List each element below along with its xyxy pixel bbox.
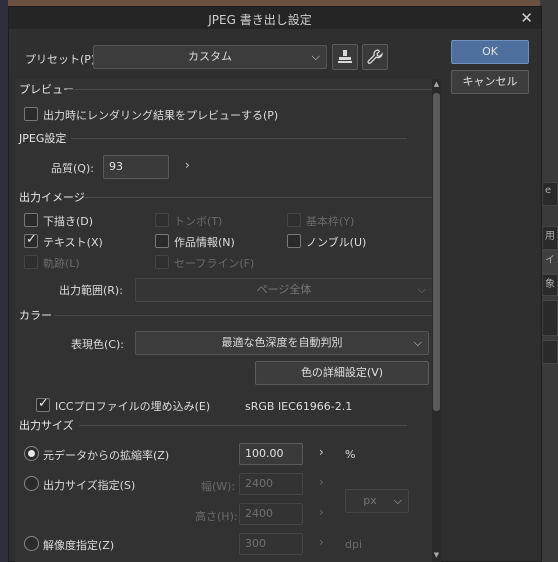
section-title-color: カラー <box>19 309 52 322</box>
resolution-radio[interactable] <box>24 536 39 551</box>
icc-embed-checkbox-label: ICCプロファイルの埋め込み(E) <box>55 400 211 413</box>
work-info-checkbox-label: 作品情報(N) <box>174 236 235 249</box>
page-number-checkbox-label: ノンブル(U) <box>306 236 367 249</box>
chevron-down-icon: ⌵ <box>311 50 320 63</box>
section-title-output-size: 出力サイズ <box>19 419 74 432</box>
background-panel-item: 象 <box>542 274 558 296</box>
trajectory-checkbox-label: 軌跡(L) <box>43 257 80 270</box>
color-expression-value: 最適な色深度を自動判別 <box>221 336 343 349</box>
scale-input[interactable]: 100.00 <box>239 443 303 465</box>
safe-line-checkbox-label: セーフライン(F) <box>174 257 255 270</box>
color-expression-select[interactable]: 最適な色深度を自動判別 ⌵ <box>135 331 429 355</box>
resolution-chevron-right-icon[interactable]: › <box>319 535 324 549</box>
color-detail-button[interactable]: 色の詳細設定(V) <box>255 361 429 385</box>
close-icon[interactable]: ✕ <box>520 9 533 27</box>
divider <box>71 138 407 139</box>
output-size-radio[interactable] <box>24 476 39 491</box>
preview-checkbox[interactable] <box>24 107 38 121</box>
section-title-jpeg: JPEG設定 <box>19 132 67 145</box>
output-range-value: ページ全体 <box>256 283 312 296</box>
dialog-title: JPEG 書き出し設定 <box>208 13 312 27</box>
divider <box>79 425 407 426</box>
safe-line-checkbox[interactable] <box>155 255 169 269</box>
text-checkbox-label: テキスト(X) <box>43 236 103 249</box>
quality-input[interactable]: 93 <box>103 155 169 179</box>
preset-select[interactable]: カスタム ⌵ <box>93 45 327 69</box>
scroll-up-arrow-icon[interactable]: ▲ <box>432 80 441 90</box>
chevron-down-icon: ⌵ <box>393 494 402 507</box>
scale-radio-label: 元データからの拡縮率(Z) <box>43 449 170 462</box>
chevron-down-icon: ⌵ <box>417 283 426 296</box>
quality-label: 品質(Q): <box>51 162 94 175</box>
ok-button[interactable]: OK <box>451 40 529 64</box>
background-panel-item <box>542 300 558 336</box>
background-panel-item: e <box>542 182 558 206</box>
panel-scrollbar[interactable]: ▲ ▼ <box>432 79 441 562</box>
background-panel-item <box>542 340 558 364</box>
height-input[interactable]: 2400 <box>239 503 303 525</box>
jpeg-export-dialog: JPEG 書き出し設定 ✕ プリセット(P): カスタム ⌵ OK キャンセル … <box>8 6 542 562</box>
divider <box>83 197 435 198</box>
section-title-output-image: 出力イメージ <box>19 191 85 204</box>
wrench-icon <box>367 49 383 64</box>
draft-checkbox-label: 下描き(D) <box>43 215 94 228</box>
icc-embed-checkbox[interactable] <box>36 396 50 412</box>
preset-label: プリセット(P): <box>25 53 99 66</box>
text-checkbox[interactable] <box>24 232 38 248</box>
output-range-label: 出力範囲(R): <box>59 284 123 297</box>
icc-profile-name: sRGB IEC61966-2.1 <box>245 400 353 413</box>
width-label: 幅(W): <box>201 480 236 493</box>
output-size-radio-label: 出力サイズ指定(S) <box>43 479 136 492</box>
crop-marks-checkbox-label: トンボ(T) <box>174 215 223 228</box>
output-range-select[interactable]: ページ全体 ⌵ <box>135 278 433 302</box>
width-input[interactable]: 2400 <box>239 473 303 495</box>
quality-slider-chevron-right-icon[interactable]: › <box>185 158 190 172</box>
size-unit-value: px <box>363 494 377 507</box>
stamp-icon <box>338 50 352 63</box>
title-bar: JPEG 書き出し設定 ✕ <box>9 7 541 29</box>
draft-checkbox[interactable] <box>24 213 38 227</box>
preset-settings-button[interactable] <box>362 44 388 70</box>
width-chevron-right-icon[interactable]: › <box>319 475 324 489</box>
background-panel-item: イ <box>542 250 558 274</box>
crop-marks-checkbox[interactable] <box>155 213 169 227</box>
register-preset-button[interactable] <box>332 44 358 70</box>
trajectory-checkbox[interactable] <box>24 255 38 269</box>
size-unit-select[interactable]: px ⌵ <box>345 489 409 513</box>
height-chevron-right-icon[interactable]: › <box>319 505 324 519</box>
resolution-radio-label: 解像度指定(Z) <box>43 539 115 552</box>
background-left-edge <box>0 0 8 562</box>
scale-chevron-right-icon[interactable]: › <box>319 445 324 459</box>
chevron-down-icon: ⌵ <box>413 336 422 349</box>
base-frame-checkbox-label: 基本枠(Y) <box>306 215 355 228</box>
resolution-input[interactable]: 300 <box>239 533 303 555</box>
work-info-checkbox[interactable] <box>155 234 169 248</box>
scale-unit: % <box>345 448 356 461</box>
preset-value: カスタム <box>188 50 232 63</box>
divider <box>55 315 435 316</box>
background-panel-item: 用 <box>542 226 558 250</box>
resolution-unit: dpi <box>345 538 363 551</box>
base-frame-checkbox[interactable] <box>287 213 301 227</box>
preview-checkbox-label: 出力時にレンダリング結果をプレビューする(P) <box>43 109 279 122</box>
page-number-checkbox[interactable] <box>287 234 301 248</box>
settings-panel: プレビュー 出力時にレンダリング結果をプレビューする(P) JPEG設定 品質(… <box>15 79 441 562</box>
scroll-down-arrow-icon[interactable]: ▼ <box>432 551 441 561</box>
color-expression-label: 表現色(C): <box>71 338 124 351</box>
divider <box>67 89 435 90</box>
height-label: 高さ(H): <box>195 510 238 523</box>
scrollbar-thumb[interactable] <box>433 93 440 411</box>
section-title-preview: プレビュー <box>19 83 74 96</box>
scale-radio[interactable] <box>24 446 39 461</box>
cancel-button[interactable]: キャンセル <box>451 70 529 94</box>
